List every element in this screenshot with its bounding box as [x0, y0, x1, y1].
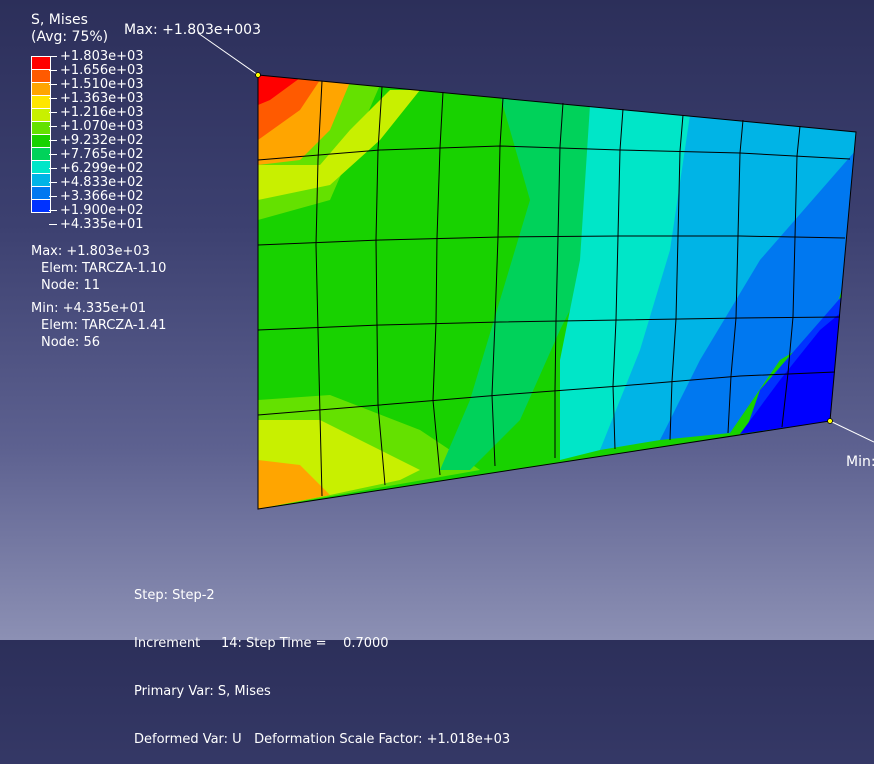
legend-level-label: +4.833e+02 — [57, 176, 144, 190]
max-value: Max: +1.803e+03 — [31, 244, 150, 259]
legend-swatch — [31, 108, 51, 122]
legend-swatch — [31, 147, 51, 161]
legend-swatch — [31, 199, 51, 213]
deformed-var-label: Deformed Var: U Deformation Scale Factor… — [134, 732, 511, 747]
increment-label: Increment 14: Step Time = 0.7000 — [134, 636, 389, 651]
legend-level-label: +1.900e+02 — [57, 204, 144, 218]
legend-title: S, Mises — [31, 12, 88, 28]
legend-level-label: +1.803e+03 — [57, 50, 144, 64]
legend-swatch — [31, 95, 51, 109]
legend-swatch — [31, 134, 51, 148]
max-node: Node: 11 — [41, 278, 100, 293]
min-max-summary: Max: +1.803e+03 Elem: TARCZA-1.10 Node: … — [31, 243, 166, 351]
min-elem: Elem: TARCZA-1.41 — [41, 318, 167, 333]
max-marker — [255, 72, 261, 78]
legend-swatch — [31, 121, 51, 135]
legend-color-bar — [31, 56, 51, 213]
legend-level-label: +1.363e+03 — [57, 92, 144, 106]
primary-var-label: Primary Var: S, Mises — [134, 684, 271, 699]
max-elem: Elem: TARCZA-1.10 — [41, 261, 167, 276]
min-marker — [827, 418, 833, 424]
legend-level-label: +1.656e+03 — [57, 64, 144, 78]
legend-level-label: +1.216e+03 — [57, 106, 144, 120]
legend-swatch — [31, 82, 51, 96]
min-annotation: Min: — [846, 454, 874, 470]
contour-bands — [258, 75, 856, 509]
legend-swatch — [31, 69, 51, 83]
min-node: Node: 56 — [41, 335, 100, 350]
legend-subtitle: (Avg: 75%) — [31, 29, 109, 45]
legend-labels: +1.803e+03 +1.656e+03 +1.510e+03 +1.363e+03… — [57, 50, 144, 232]
legend-level-label: +1.070e+03 — [57, 120, 144, 134]
legend-swatch — [31, 160, 51, 174]
legend-level-label: +3.366e+02 — [57, 190, 144, 204]
step-info: Step: Step-2 Increment 14: Step Time = 0… — [134, 556, 510, 764]
step-label: Step: Step-2 — [134, 588, 215, 603]
legend-swatch — [31, 56, 51, 70]
legend-swatch — [31, 186, 51, 200]
legend-level-label: +9.232e+02 — [57, 134, 144, 148]
legend-level-label: +7.765e+02 — [57, 148, 144, 162]
contour-legend: S, Mises (Avg: 75%) +1.803e+03 +1.656e+03… — [31, 12, 231, 232]
min-value: Min: +4.335e+01 — [31, 301, 147, 316]
legend-level-label: +6.299e+02 — [57, 162, 144, 176]
legend-level-label: +4.335e+01 — [57, 218, 144, 232]
legend-level-label: +1.510e+03 — [57, 78, 144, 92]
legend-swatch — [31, 173, 51, 187]
